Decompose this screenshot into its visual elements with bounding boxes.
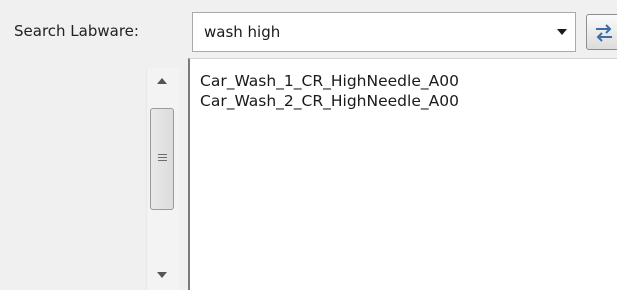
- scroll-down-arrow-icon[interactable]: [157, 272, 167, 278]
- grip-lines-icon: [158, 154, 167, 163]
- swap-arrows-icon: [596, 24, 612, 42]
- search-labware-combobox[interactable]: [192, 12, 576, 52]
- search-labware-input[interactable]: [194, 14, 534, 50]
- labware-search-panel: Search Labware: Car_Wash_1_CR_HighNeedle…: [0, 0, 617, 290]
- chevron-down-icon[interactable]: [557, 29, 567, 35]
- search-labware-label: Search Labware:: [14, 22, 139, 40]
- scrollbar-thumb[interactable]: [150, 108, 174, 210]
- vertical-scrollbar[interactable]: [146, 68, 179, 290]
- scroll-up-arrow-icon[interactable]: [157, 78, 167, 84]
- list-item[interactable]: Car_Wash_2_CR_HighNeedle_A00: [200, 91, 459, 111]
- list-item[interactable]: Car_Wash_1_CR_HighNeedle_A00: [200, 71, 459, 91]
- labware-results-list[interactable]: Car_Wash_1_CR_HighNeedle_A00 Car_Wash_2_…: [188, 58, 617, 290]
- swap-button[interactable]: [586, 14, 617, 50]
